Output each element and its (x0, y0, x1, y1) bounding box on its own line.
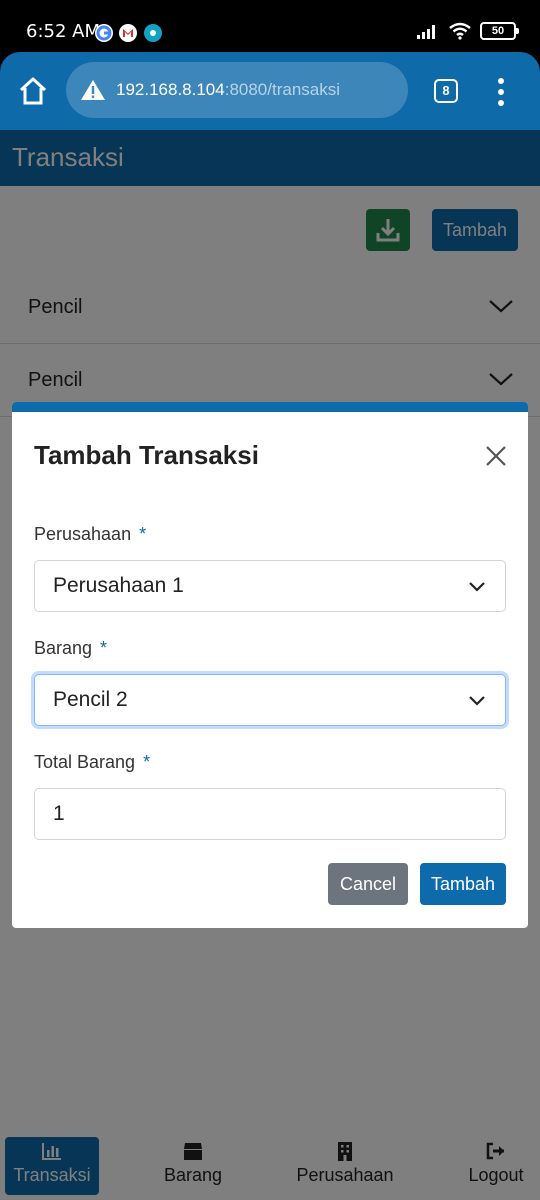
submit-button[interactable]: Tambah (420, 863, 506, 905)
warning-icon[interactable] (80, 78, 106, 102)
signal-icon (417, 25, 435, 39)
total-barang-label-text: Total Barang (34, 752, 136, 772)
address-bar[interactable]: 192.168.8.104:8080/transaksi (66, 62, 408, 118)
total-barang-input[interactable]: 1 (34, 788, 506, 840)
total-barang-label: Total Barang * (34, 752, 150, 773)
perusahaan-label: Perusahaan * (34, 524, 146, 545)
perusahaan-select[interactable]: Perusahaan 1 (34, 560, 506, 612)
home-icon[interactable] (16, 74, 50, 108)
barang-value: Pencil 2 (53, 688, 128, 711)
status-indicators: 50 (416, 22, 519, 40)
wifi-icon (449, 22, 471, 40)
chevron-down-icon (469, 582, 485, 592)
overflow-menu-icon[interactable] (494, 78, 508, 106)
modal-accent-bar (12, 402, 528, 412)
cancel-button[interactable]: Cancel (328, 863, 408, 905)
url-path: :8080/transaksi (224, 80, 341, 99)
gmail-icon (119, 24, 137, 42)
barang-label: Barang * (34, 638, 107, 659)
modal-title: Tambah Transaksi (34, 440, 259, 470)
battery-indicator: 50 (480, 22, 519, 40)
tab-switcher-button[interactable]: 8 (434, 79, 458, 103)
perusahaan-value: Perusahaan 1 (53, 574, 184, 597)
close-icon[interactable] (484, 444, 508, 468)
url-text[interactable]: 192.168.8.104:8080/transaksi (116, 80, 340, 100)
barang-label-text: Barang (34, 638, 93, 658)
required-marker: * (139, 524, 147, 544)
blu-app-icon (144, 24, 162, 42)
total-barang-value: 1 (53, 802, 65, 825)
perusahaan-label-text: Perusahaan (34, 524, 132, 544)
required-marker: * (143, 752, 151, 772)
barang-select[interactable]: Pencil 2 (34, 674, 506, 726)
add-transaction-modal: Tambah Transaksi Perusahaan * Perusahaan … (12, 402, 528, 928)
browser-toolbar: 192.168.8.104:8080/transaksi 8 (0, 52, 540, 130)
status-time: 6:52 AM (26, 21, 100, 42)
chevron-down-icon (469, 696, 485, 706)
required-marker: * (100, 638, 108, 658)
google-icon (95, 24, 113, 42)
url-host: 192.168.8.104 (116, 80, 225, 99)
